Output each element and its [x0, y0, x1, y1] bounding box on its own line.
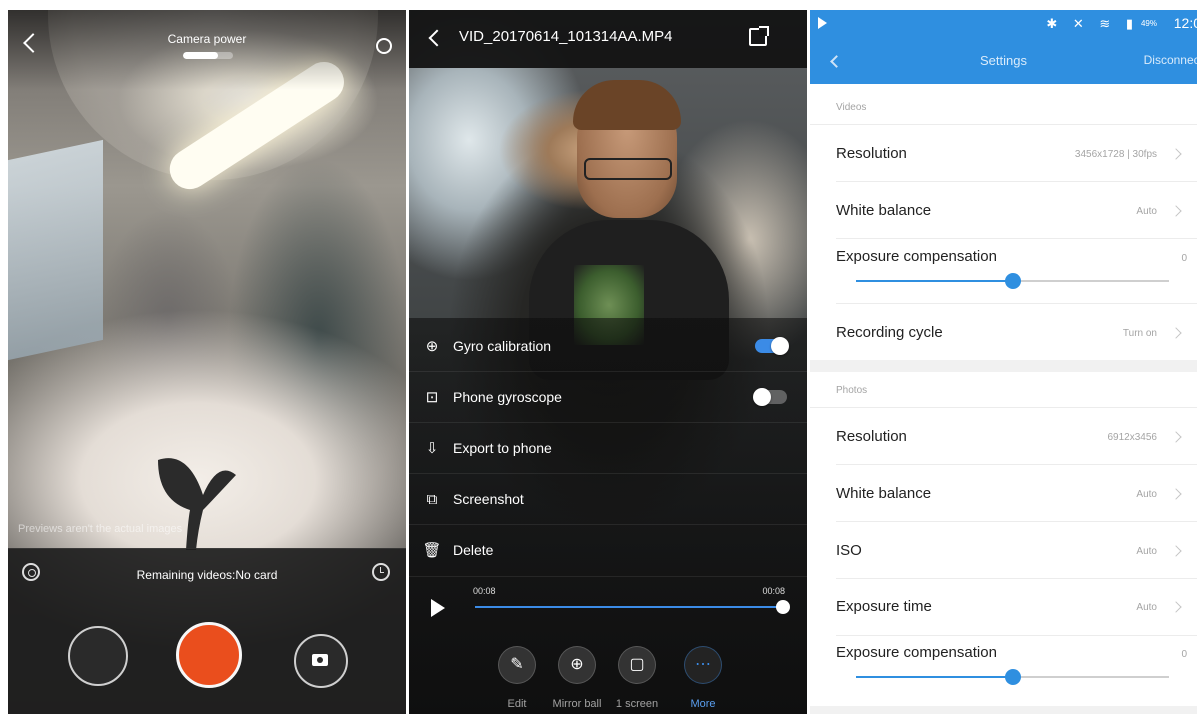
tool-1-screen[interactable]: ▢ 1 screen — [601, 646, 673, 710]
gyro-icon: ⊕ — [425, 338, 439, 355]
page-title: Settings — [980, 53, 1027, 68]
phone-gyroscope-toggle[interactable] — [753, 388, 787, 406]
photo-exposure-row: Exposure compensation 0 — [810, 636, 1197, 706]
play-icon[interactable] — [431, 599, 445, 617]
screen-icon: ▢ — [618, 646, 656, 684]
recording-cycle-row[interactable]: Recording cycle Turn on — [810, 304, 1197, 360]
photo-exposure-time-row[interactable]: Exposure time Auto — [810, 579, 1197, 635]
photo-resolution-row[interactable]: Resolution 6912x3456 — [810, 408, 1197, 464]
camera-icon — [312, 654, 328, 666]
progress-handle[interactable] — [776, 600, 790, 614]
tool-more[interactable]: ⋯ More — [667, 646, 739, 710]
camera-screen: Camera power Previews aren't the actual … — [8, 10, 406, 714]
menu-screenshot[interactable]: ⧉ Screenshot — [423, 487, 524, 511]
share-icon[interactable] — [749, 26, 769, 46]
status-time: 12:0 — [1173, 15, 1197, 31]
menu-phone-gyroscope[interactable]: ⊡ Phone gyroscope — [423, 385, 562, 409]
video-screen: VID_20170614_101314AA.MP4 ⊕ Gyro calibra… — [409, 10, 807, 714]
menu-export-to-phone[interactable]: ⇩ Export to phone — [423, 436, 552, 460]
back-icon[interactable] — [428, 29, 446, 47]
settings-app-bar: Settings Disconnect — [810, 38, 1197, 84]
gallery-thumbnail[interactable] — [68, 626, 128, 686]
time-start: 00:08 — [473, 586, 496, 596]
chevron-right-icon — [1170, 327, 1182, 339]
more-icon: ⋯ — [684, 646, 722, 684]
chevron-right-icon — [1170, 148, 1182, 160]
time-end: 00:08 — [762, 586, 785, 596]
remaining-videos: Remaining videos:No card — [136, 568, 278, 582]
photo-iso-row[interactable]: ISO Auto — [810, 522, 1197, 578]
video-exposure-slider[interactable] — [856, 273, 1169, 289]
preview-note: Previews aren't the actual images — [18, 523, 183, 535]
video-header: VID_20170614_101314AA.MP4 — [409, 10, 807, 68]
globe-icon: ⊕ — [558, 646, 596, 684]
slider-handle[interactable] — [1004, 669, 1021, 685]
desk-fan-shape — [158, 458, 236, 550]
menu-gyro-calibration[interactable]: ⊕ Gyro calibration — [423, 334, 551, 358]
slider-handle[interactable] — [1004, 273, 1021, 289]
record-button[interactable] — [176, 622, 242, 688]
battery-fill — [183, 52, 218, 59]
chevron-right-icon — [1170, 545, 1182, 557]
settings-screen: ✱ ✕ ≋ ▮ 49% 12:0 Settings Disconnect Vid… — [810, 10, 1197, 714]
chevron-right-icon — [1170, 488, 1182, 500]
gyro-calibration-toggle[interactable] — [755, 337, 789, 355]
camera-power-label: Camera power — [167, 32, 247, 46]
edit-icon: ✎ — [498, 646, 536, 684]
phone-icon: ⊡ — [425, 389, 439, 406]
disconnect-button[interactable]: Disconnect — [1144, 53, 1197, 67]
gear-icon[interactable] — [376, 38, 392, 54]
photo-mode-button[interactable] — [294, 634, 348, 688]
section-photos: Photos — [836, 385, 868, 396]
status-icons: ✱ ✕ ≋ ▮ — [1046, 16, 1139, 31]
trash-icon: 🗑 — [422, 542, 442, 559]
chevron-right-icon — [1170, 431, 1182, 443]
status-bar: ✱ ✕ ≋ ▮ 49% 12:0 — [810, 10, 1197, 38]
video-white-balance-row[interactable]: White balance Auto — [810, 182, 1197, 238]
screenshot-icon: ⧉ — [426, 490, 438, 508]
section-videos: Videos — [836, 102, 867, 113]
photo-white-balance-row[interactable]: White balance Auto — [810, 465, 1197, 521]
chevron-right-icon — [1170, 205, 1182, 217]
battery-percent: 49% — [1140, 19, 1157, 28]
video-resolution-row[interactable]: Resolution 3456x1728 | 30fps — [810, 125, 1197, 181]
media-play-icon — [818, 17, 827, 29]
photo-exposure-slider[interactable] — [856, 669, 1169, 685]
timer-icon[interactable] — [372, 563, 390, 581]
progress-bar[interactable] — [475, 600, 790, 614]
menu-delete[interactable]: 🗑 Delete — [422, 538, 493, 562]
export-icon: ⇩ — [425, 440, 439, 457]
video-exposure-row: Exposure compensation 0 — [810, 239, 1197, 303]
camera-battery — [183, 52, 233, 59]
chevron-right-icon — [1170, 601, 1182, 613]
video-filename: VID_20170614_101314AA.MP4 — [459, 28, 673, 45]
